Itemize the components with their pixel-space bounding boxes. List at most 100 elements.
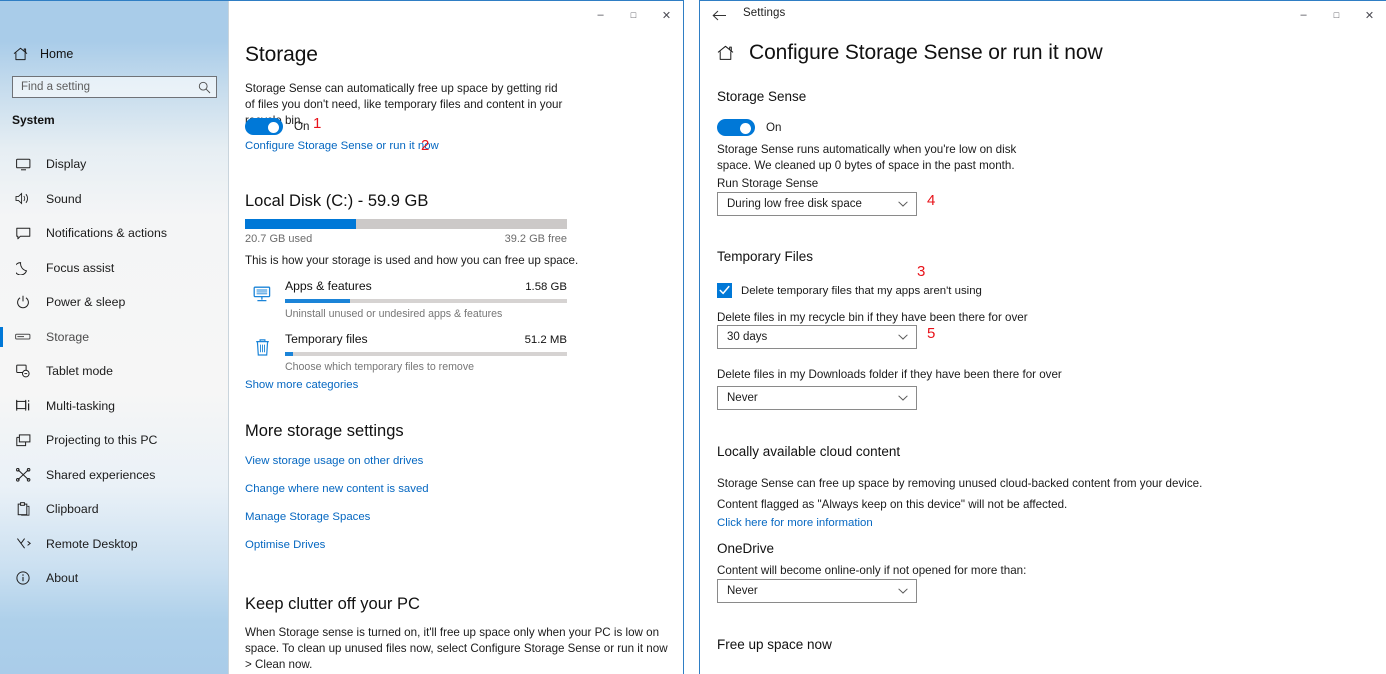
downloads-folder-dropdown[interactable]: Never (717, 386, 917, 410)
power-icon (14, 295, 32, 309)
settings-window-configure-storage-sense: Settings – □ ✕ Configure Storage Sense o… (699, 0, 1386, 674)
optimise-drives-link[interactable]: Optimise Drives (245, 539, 325, 551)
keep-clutter-heading: Keep clutter off your PC (245, 595, 420, 613)
home-icon (12, 47, 28, 61)
recycle-bin-dropdown[interactable]: 30 days (717, 325, 917, 349)
configure-storage-sense-link[interactable]: Configure Storage Sense or run it now (245, 140, 439, 152)
right-window-title: Settings (743, 7, 786, 19)
view-storage-usage-link[interactable]: View storage usage on other drives (245, 455, 423, 467)
show-more-categories-link[interactable]: Show more categories (245, 379, 358, 391)
sidebar-nav: Display Sound Notifications & actions Fo… (0, 147, 229, 596)
storage-sense-heading: Storage Sense (717, 89, 807, 104)
sidebar-item-label: Multi-tasking (46, 398, 116, 413)
chevron-down-icon (898, 193, 908, 215)
delete-temp-files-checkbox-row[interactable]: Delete temporary files that my apps aren… (717, 283, 982, 298)
minimize-button[interactable]: – (584, 1, 617, 29)
search-icon[interactable] (192, 81, 216, 94)
downloads-folder-label: Delete files in my Downloads folder if t… (717, 368, 1062, 381)
storage-sense-toggle[interactable] (717, 119, 755, 136)
annotation-5: 5 (927, 325, 936, 342)
sidebar-item-label: Display (46, 157, 87, 172)
annotation-1: 1 (313, 115, 322, 132)
back-arrow-icon[interactable] (708, 5, 730, 25)
right-window-controls: – □ ✕ (1287, 1, 1386, 29)
sidebar-item-remote-desktop[interactable]: Remote Desktop (0, 527, 229, 562)
page-header: Configure Storage Sense or run it now (717, 41, 1103, 65)
sidebar-item-projecting[interactable]: Projecting to this PC (0, 423, 229, 458)
category-bar-fill (285, 352, 294, 356)
toggle-state-label: On (294, 120, 310, 133)
checkbox-label: Delete temporary files that my apps aren… (741, 284, 982, 297)
tablet-icon (14, 364, 32, 378)
sidebar-item-display[interactable]: Display (0, 147, 229, 182)
screenshot-stage: Settings – □ ✕ Home (0, 0, 1386, 674)
close-button[interactable]: ✕ (1353, 1, 1386, 29)
sidebar-item-label: Tablet mode (46, 364, 113, 379)
cloud-more-info-link[interactable]: Click here for more information (717, 517, 873, 529)
search-box[interactable] (12, 76, 217, 98)
sidebar-item-focus-assist[interactable]: Focus assist (0, 251, 229, 286)
usage-description: This is how your storage is used and how… (245, 254, 579, 267)
sidebar-item-multitasking[interactable]: Multi-tasking (0, 389, 229, 424)
sidebar-item-label: Projecting to this PC (46, 433, 158, 448)
home-icon[interactable] (717, 45, 734, 61)
sidebar-item-label: Clipboard (46, 502, 99, 517)
change-content-location-link[interactable]: Change where new content is saved (245, 483, 429, 495)
monitor-icon (14, 158, 32, 171)
sidebar-item-clipboard[interactable]: Clipboard (0, 492, 229, 527)
sidebar-item-label: Power & sleep (46, 295, 126, 310)
multitask-icon (14, 399, 32, 413)
storage-sense-toggle-row: On (245, 118, 309, 135)
toggle-knob (268, 121, 279, 133)
keep-clutter-description: When Storage sense is turned on, it'll f… (245, 626, 668, 671)
chevron-down-icon (898, 326, 908, 348)
manage-storage-spaces-link[interactable]: Manage Storage Spaces (245, 511, 370, 523)
sidebar-item-home[interactable]: Home (12, 43, 73, 65)
sidebar-item-power-sleep[interactable]: Power & sleep (0, 285, 229, 320)
sidebar-item-label: Focus assist (46, 260, 115, 275)
disk-usage-fill (245, 219, 357, 229)
free-up-space-heading: Free up space now (717, 637, 832, 652)
disk-free-label: 39.2 GB free (504, 233, 567, 245)
sidebar-item-storage[interactable]: Storage (0, 320, 229, 355)
sidebar-item-label: Storage (46, 329, 90, 344)
minimize-button[interactable]: – (1287, 1, 1320, 29)
sidebar-item-notifications[interactable]: Notifications & actions (0, 216, 229, 251)
dropdown-value: During low free disk space (727, 198, 862, 210)
disk-usage-meter: 20.7 GB used 39.2 GB free (245, 219, 567, 245)
storage-sense-toggle[interactable] (245, 118, 283, 135)
annotation-2: 2 (421, 137, 430, 154)
close-button[interactable]: ✕ (650, 1, 683, 29)
chevron-down-icon (898, 387, 908, 409)
dropdown-value: Never (727, 585, 758, 597)
search-input[interactable] (13, 77, 192, 97)
clipboard-icon (14, 502, 32, 516)
storage-sense-toggle-row: On (717, 119, 781, 136)
storage-category-row[interactable]: Apps & features 1.58 GB Uninstall unused… (245, 279, 567, 320)
page-title: Configure Storage Sense or run it now (749, 41, 1103, 64)
sidebar-item-shared-experiences[interactable]: Shared experiences (0, 458, 229, 493)
maximize-button[interactable]: □ (1320, 1, 1353, 29)
configure-storage-sense-page: Configure Storage Sense or run it now St… (700, 29, 1385, 674)
temporary-files-heading: Temporary Files (717, 249, 814, 264)
sidebar-item-sound[interactable]: Sound (0, 182, 229, 217)
disk-used-label: 20.7 GB used (245, 233, 313, 245)
maximize-button[interactable]: □ (617, 1, 650, 29)
sidebar-home-label: Home (40, 47, 74, 61)
moon-icon (14, 261, 32, 275)
category-size: 1.58 GB (525, 281, 567, 293)
disk-usage-legend: 20.7 GB used 39.2 GB free (245, 233, 567, 245)
settings-sidebar: Home System Display (0, 1, 229, 674)
sidebar-item-about[interactable]: About (0, 561, 229, 596)
recycle-bin-label: Delete files in my recycle bin if they h… (717, 311, 1028, 324)
chevron-down-icon (898, 580, 908, 602)
drive-icon (14, 332, 32, 341)
left-window-controls: – □ ✕ (584, 1, 683, 29)
storage-category-row[interactable]: Temporary files 51.2 MB Choose which tem… (245, 332, 567, 373)
run-storage-sense-dropdown[interactable]: During low free disk space (717, 192, 917, 216)
cloud-description-2: Content flagged as "Always keep on this … (717, 498, 1068, 511)
category-size: 51.2 MB (524, 334, 567, 346)
delete-temp-files-checkbox[interactable] (717, 283, 732, 298)
sidebar-item-tablet-mode[interactable]: Tablet mode (0, 354, 229, 389)
onedrive-dropdown[interactable]: Never (717, 579, 917, 603)
